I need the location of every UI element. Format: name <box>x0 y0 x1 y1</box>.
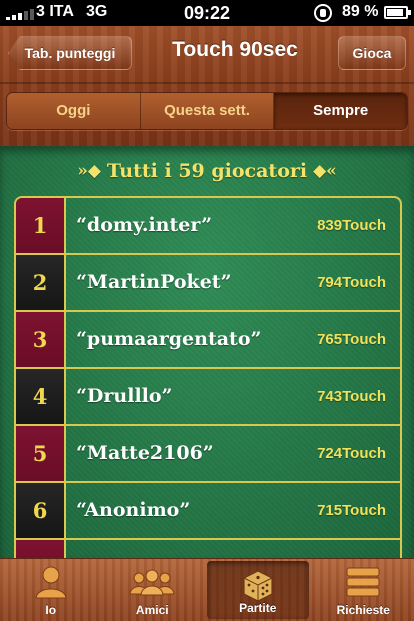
segment-today[interactable]: Oggi <box>7 93 141 129</box>
player-name: “Drulllo” <box>76 385 173 407</box>
tab-label: Partite <box>239 601 277 615</box>
leaderboard-row[interactable]: 2 “MartinPoket” 794Touch <box>16 255 400 312</box>
person-icon <box>35 566 67 599</box>
battery-percentage: 89 % <box>342 3 379 20</box>
battery-icon <box>384 6 411 19</box>
rank-number: 4 <box>16 369 66 424</box>
tab-label: Io <box>45 603 57 617</box>
page-title: Touch 90sec <box>172 38 298 61</box>
leaderboard-row[interactable]: 4 “Drulllo” 743Touch <box>16 369 400 426</box>
requests-icon <box>346 567 380 597</box>
leaderboard-row[interactable]: 7 <box>16 540 400 558</box>
rotation-lock-icon <box>314 4 332 22</box>
ornament-left-icon: »◆ <box>77 161 101 181</box>
divider <box>0 82 414 84</box>
player-score: 839Touch <box>317 217 386 234</box>
player-score: 743Touch <box>317 388 386 405</box>
time-range-segmented-control: Oggi Questa sett. Sempre <box>6 92 408 130</box>
player-score: 724Touch <box>317 445 386 462</box>
leaderboard: 1 “domy.inter” 839Touch 2 “MartinPoket” … <box>14 196 402 558</box>
rank-number: 7 <box>16 540 66 558</box>
friends-icon <box>129 569 175 596</box>
tab-amici[interactable]: Amici <box>102 559 204 621</box>
tab-label: Richieste <box>336 603 390 617</box>
tab-label: Amici <box>135 603 169 617</box>
player-name: “domy.inter” <box>76 214 212 236</box>
play-button[interactable]: Gioca <box>338 36 406 70</box>
players-header: »◆ Tutti i 59 giocatori ◆« <box>0 160 414 182</box>
tab-richieste[interactable]: Richieste <box>313 559 414 621</box>
rank-number: 6 <box>16 483 66 538</box>
player-name: “Matte2106” <box>76 442 214 464</box>
rank-number: 5 <box>16 426 66 481</box>
rank-number: 1 <box>16 198 66 253</box>
dice-icon <box>243 570 273 602</box>
back-button[interactable]: Tab. punteggi <box>8 36 132 70</box>
segment-all-time[interactable]: Sempre <box>274 93 407 129</box>
tab-io[interactable]: Io <box>0 559 102 621</box>
player-score: 715Touch <box>317 502 386 519</box>
tab-partite[interactable]: Partite <box>207 561 309 619</box>
rank-number: 2 <box>16 255 66 310</box>
tab-bar: Io Amici Partite Richieste <box>0 558 414 621</box>
players-count-label: Tutti i 59 giocatori <box>106 160 308 182</box>
rank-number: 3 <box>16 312 66 367</box>
status-bar: 3 ITA 3G 09:22 89 % <box>0 0 414 26</box>
segment-this-week[interactable]: Questa sett. <box>140 93 275 129</box>
leaderboard-row[interactable]: 1 “domy.inter” 839Touch <box>16 198 400 255</box>
player-score: 765Touch <box>317 331 386 348</box>
player-score: 794Touch <box>317 274 386 291</box>
ornament-right-icon: ◆« <box>313 161 337 181</box>
player-name: “MartinPoket” <box>76 271 232 293</box>
leaderboard-row[interactable]: 5 “Matte2106” 724Touch <box>16 426 400 483</box>
navigation-bar: Tab. punteggi Touch 90sec Gioca <box>0 26 414 82</box>
leaderboard-row[interactable]: 6 “Anonimo” 715Touch <box>16 483 400 540</box>
player-name: “pumaargentato” <box>76 328 262 350</box>
player-name: “Anonimo” <box>76 499 191 521</box>
leaderboard-row[interactable]: 3 “pumaargentato” 765Touch <box>16 312 400 369</box>
